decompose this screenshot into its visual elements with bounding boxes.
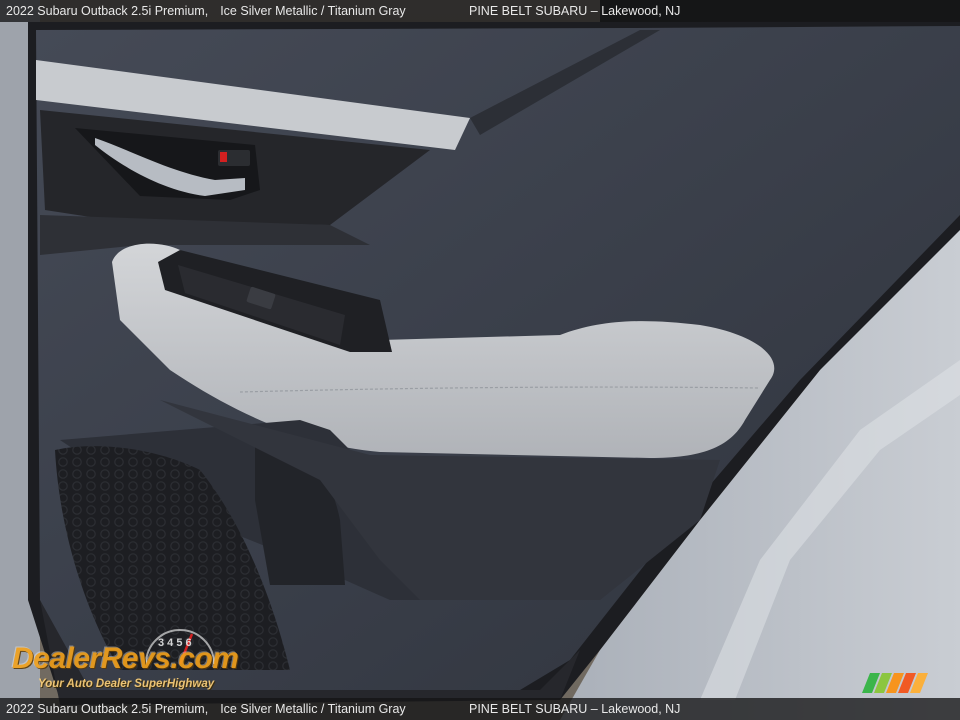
caption-model-bottom: 2022 Subaru Outback 2.5i Premium, xyxy=(6,702,209,716)
lock-indicator-red xyxy=(220,152,227,162)
watermark-brand: DealerRevs.com xyxy=(12,642,239,675)
watermark-tagline: Your Auto Dealer SuperHighway xyxy=(38,678,215,690)
caption-bar-top: 2022 Subaru Outback 2.5i Premium, Ice Si… xyxy=(0,0,960,22)
caption-bar-bottom: 2022 Subaru Outback 2.5i Premium, Ice Si… xyxy=(0,698,960,720)
dealerrevs-watermark: 3 4 5 6 DealerRevs.com Your Auto Dealer … xyxy=(12,626,272,694)
caption-dealer: PINE BELT SUBARU – Lakewood, NJ xyxy=(469,4,681,18)
caption-dealer-bottom: PINE BELT SUBARU – Lakewood, NJ xyxy=(469,702,681,716)
caption-color-bottom: Ice Silver Metallic / Titanium Gray xyxy=(220,702,406,716)
photo-stage: 2022 Subaru Outback 2.5i Premium, Ice Si… xyxy=(0,0,960,720)
door-interior-photo xyxy=(0,0,960,720)
dealer-stripes-logo-icon xyxy=(862,673,928,693)
caption-model: 2022 Subaru Outback 2.5i Premium, xyxy=(6,4,209,18)
caption-color: Ice Silver Metallic / Titanium Gray xyxy=(220,4,406,18)
